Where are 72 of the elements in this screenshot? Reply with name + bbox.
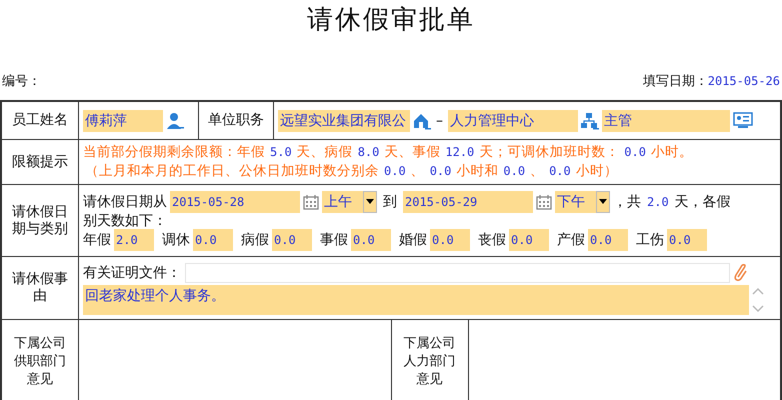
person-icon[interactable] [166, 112, 184, 130]
quota-text: 小时。 [650, 143, 693, 162]
caret-icon[interactable] [599, 199, 607, 204]
attachment-field[interactable] [185, 263, 730, 283]
quota-text: 、 [530, 162, 544, 181]
days-field[interactable]: 0.0 [430, 228, 470, 250]
field-label: 婚假 [399, 230, 427, 248]
calendar-icon[interactable] [303, 194, 319, 210]
department-field[interactable]: 人力管理中心 [448, 110, 578, 132]
name-field[interactable]: 傅莉萍 [83, 110, 163, 132]
quota-text: 当前部分假期剩余限额：年假 [83, 143, 265, 162]
house-icon[interactable] [413, 112, 431, 130]
quota-text: 天、病假 [296, 143, 353, 162]
quota-text: 小时） [576, 162, 618, 181]
position-field[interactable]: 主管 [602, 110, 730, 132]
form-title: 请休假审批单 [306, 4, 476, 37]
days-field[interactable]: 0.0 [667, 228, 707, 250]
field-label: 天，各假 [674, 192, 731, 210]
row-label: 下属公司人力部门意见 [402, 335, 456, 389]
field-label: 别天数如下： [83, 212, 167, 228]
id-card-icon[interactable] [733, 112, 753, 129]
row-label: 请休假日期与类别 [10, 204, 69, 238]
quota-value: 12.0 [445, 144, 474, 161]
field-label: 调休 [162, 230, 190, 248]
days-field[interactable]: 2.0 [114, 228, 154, 250]
quota-value: 0.0 [430, 163, 452, 180]
row-label: 单位职务 [208, 112, 264, 129]
field-label: 病假 [241, 230, 269, 248]
quota-value: 0.0 [624, 144, 646, 161]
days-field[interactable]: 0.0 [193, 228, 233, 250]
company-field[interactable]: 远望实业集团有限公 [278, 110, 410, 132]
quota-text: 小时和 [456, 162, 498, 181]
field-label: 事假 [320, 230, 348, 248]
row-label: 请休假事由 [10, 271, 69, 305]
quota-value: 0.0 [384, 163, 406, 180]
dropdown-field[interactable]: 下午 [555, 190, 610, 212]
calendar-icon[interactable] [536, 194, 552, 210]
field-label: 年假 [83, 230, 111, 248]
quota-text: 天；可调休加班时数： [479, 143, 620, 162]
quota-value: 0.0 [549, 163, 571, 180]
field-label: 丧假 [478, 230, 506, 248]
date-field[interactable]: 2015-05-28 [170, 190, 300, 212]
total-days: 2.0 [647, 194, 669, 208]
quota-value: 0.0 [503, 163, 526, 180]
days-field[interactable]: 0.0 [351, 228, 391, 250]
quota-text: 、 [410, 162, 425, 181]
quota-text: 天、事假 [384, 143, 440, 162]
field-label: 工伤 [636, 230, 664, 248]
quota-value: 8.0 [358, 144, 380, 161]
days-field[interactable]: 0.0 [272, 228, 312, 250]
days-field[interactable]: 0.0 [588, 228, 628, 250]
quota-value: 5.0 [270, 144, 292, 161]
caret-icon[interactable] [366, 199, 374, 204]
date-label: 填写日期： [642, 74, 708, 89]
row-label: 员工姓名 [12, 112, 68, 129]
field-label: ，共 [613, 192, 641, 210]
paperclip-icon[interactable] [734, 264, 748, 282]
days-field[interactable]: 0.0 [509, 228, 549, 250]
reason-field[interactable]: 回老家处理个人事务。 [83, 285, 749, 315]
fill-date: 2015-05-26 [708, 74, 780, 88]
dropdown-field[interactable]: 上午 [322, 190, 377, 212]
number-label: 编号： [2, 73, 41, 90]
org-chart-icon[interactable] [581, 112, 599, 130]
field-label: 有关证明文件： [83, 264, 181, 282]
field-label: 请休假日期从 [83, 192, 167, 210]
row-label: 下属公司供职部门意见 [13, 335, 67, 389]
field-label: 产假 [557, 230, 585, 248]
quota-text: （上月和本月的工作日、公休日加班时数分别余 [85, 162, 379, 181]
row-label: 限额提示 [12, 154, 68, 170]
separator-text: – [436, 112, 443, 128]
field-label: 到 [383, 192, 397, 210]
date-field[interactable]: 2015-05-29 [403, 190, 533, 212]
